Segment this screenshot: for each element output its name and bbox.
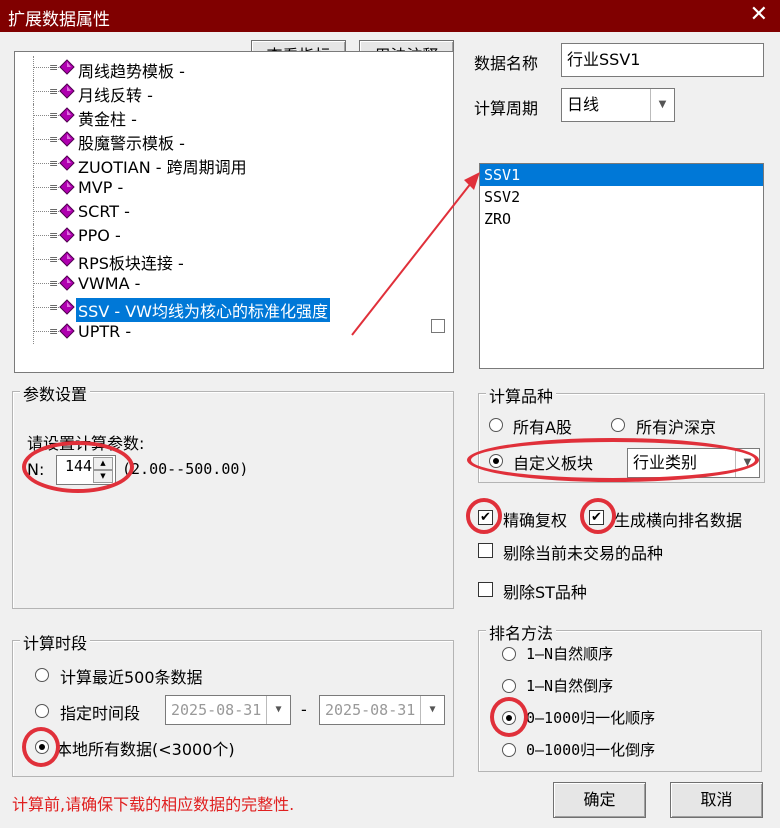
annotation-arrow [351, 172, 480, 336]
tree-item-label: 月线反转 - [78, 86, 153, 105]
formula-gem-icon [59, 323, 75, 339]
annotation-circle [490, 697, 528, 737]
formula-gem-icon [59, 203, 75, 219]
window-title: 扩展数据属性 [8, 10, 110, 30]
all-a-radio[interactable] [489, 418, 503, 432]
tree-item-label: MVP - [78, 178, 124, 197]
end-date-picker[interactable]: 2025-08-31 ▼ [319, 695, 445, 725]
annotation-circle [580, 498, 616, 534]
tree-item[interactable]: ≡ 月线反转 - [15, 80, 435, 105]
data-name-label: 数据名称 [474, 54, 539, 73]
lines-icon: ≡ [49, 85, 58, 98]
period-label: 计算周期 [474, 99, 539, 118]
tree-item-label: ZUOTIAN - 跨周期调用 [78, 158, 247, 177]
annotation-circle [22, 441, 134, 493]
lines-icon: ≡ [49, 301, 58, 314]
annotation-circle [466, 498, 502, 534]
tree-item-label: RPS板块连接 - [78, 254, 184, 273]
lines-icon: ≡ [49, 109, 58, 122]
params-section-label: 参数设置 [20, 381, 91, 405]
period-range-section-label: 计算时段 [20, 630, 91, 654]
tree-item-label: VWMA - [78, 274, 141, 293]
lines-icon: ≡ [49, 229, 58, 242]
specified-radio[interactable] [35, 704, 49, 718]
warning-text: 计算前,请确保下载的相应数据的完整性. [12, 795, 295, 814]
start-date-picker[interactable]: 2025-08-31 ▼ [165, 695, 291, 725]
chevron-down-icon[interactable]: ▼ [420, 696, 444, 724]
all-local-label: 本地所有数据(<3000个) [56, 740, 235, 759]
list-item[interactable]: SSV2 [480, 186, 763, 208]
tree-item[interactable]: ≡ 周线趋势模板 - [15, 56, 435, 81]
recent-label: 计算最近500条数据 [60, 668, 203, 687]
period-select[interactable]: 日线 ▼ [561, 88, 675, 122]
lines-icon: ≡ [49, 277, 58, 290]
tree-item[interactable]: ≡ 黄金柱 - [15, 104, 435, 129]
lines-icon: ≡ [49, 133, 58, 146]
chevron-down-icon[interactable]: ▼ [266, 696, 290, 724]
data-name-input[interactable]: 行业SSV1 [561, 43, 764, 77]
all-hs-label: 所有沪深京 [636, 418, 717, 437]
end-date-value: 2025-08-31 [325, 701, 416, 719]
formula-gem-icon [59, 275, 75, 291]
period-value: 日线 [567, 95, 600, 114]
rank-opt2-radio[interactable] [502, 679, 516, 693]
variety-section-label: 计算品种 [486, 383, 557, 407]
chevron-down-icon[interactable]: ▼ [650, 89, 674, 121]
lines-icon: ≡ [49, 181, 58, 194]
list-item[interactable]: SSV1 [480, 164, 763, 186]
close-icon[interactable]: ✕ [750, 2, 768, 27]
lines-icon: ≡ [49, 205, 58, 218]
rank-opt1-radio[interactable] [502, 647, 516, 661]
formula-gem-icon [59, 83, 75, 99]
tree-item-label: SSV - VW均线为核心的标准化强度 [76, 298, 330, 322]
exclude-untraded-label: 剔除当前未交易的品种 [503, 544, 664, 563]
tree-item-label: SCRT - [78, 202, 130, 221]
formula-gem-icon [59, 131, 75, 147]
tree-item-label: 股魔警示模板 - [78, 134, 185, 153]
formula-gem-icon [59, 107, 75, 123]
all-a-label: 所有A股 [513, 418, 572, 437]
specified-label: 指定时间段 [60, 704, 141, 723]
params-group [12, 391, 454, 609]
lines-icon: ≡ [49, 325, 58, 338]
recent-radio[interactable] [35, 668, 49, 682]
formula-gem-icon [59, 179, 75, 195]
exclude-untraded-checkbox[interactable] [478, 543, 493, 558]
rank-section-label: 排名方法 [486, 620, 557, 644]
date-dash: - [301, 700, 307, 719]
annotation-circle [467, 438, 759, 482]
formula-gem-icon [59, 155, 75, 171]
tree-item[interactable]: ≡ 股魔警示模板 - [15, 128, 435, 153]
ok-button[interactable]: 确定 [553, 782, 646, 818]
formula-gem-icon [59, 299, 75, 315]
output-list[interactable]: SSV1 SSV2 ZRO [479, 163, 764, 369]
formula-gem-icon [59, 59, 75, 75]
rank-opt2-label: 1—N自然倒序 [526, 677, 614, 695]
rank-opt4-label: 0—1000归一化倒序 [526, 741, 656, 759]
lines-icon: ≡ [49, 61, 58, 74]
exclude-st-label: 剔除ST品种 [503, 583, 587, 602]
exclude-st-checkbox[interactable] [478, 582, 493, 597]
tree-item-label: PPO - [78, 226, 121, 245]
rank-opt4-radio[interactable] [502, 743, 516, 757]
tree-item-label: 周线趋势模板 - [78, 62, 185, 81]
lines-icon: ≡ [49, 157, 58, 170]
list-item[interactable]: ZRO [480, 208, 763, 230]
start-date-value: 2025-08-31 [171, 701, 262, 719]
tree-item-label: UPTR - [78, 322, 132, 341]
precise-adjust-label: 精确复权 [503, 511, 568, 530]
n-range: (2.00--500.00) [122, 460, 249, 478]
cancel-button[interactable]: 取消 [670, 782, 763, 818]
rank-opt3-label: 0—1000归一化顺序 [526, 709, 656, 727]
all-hs-radio[interactable] [611, 418, 625, 432]
tree-item-label: 黄金柱 - [78, 110, 137, 129]
gen-rank-label: 生成横向排名数据 [614, 511, 743, 530]
annotation-circle [22, 727, 60, 767]
formula-gem-icon [59, 227, 75, 243]
title-bar: 扩展数据属性 ✕ [0, 0, 780, 32]
formula-gem-icon [59, 251, 75, 267]
rank-opt1-label: 1—N自然顺序 [526, 645, 614, 663]
lines-icon: ≡ [49, 253, 58, 266]
